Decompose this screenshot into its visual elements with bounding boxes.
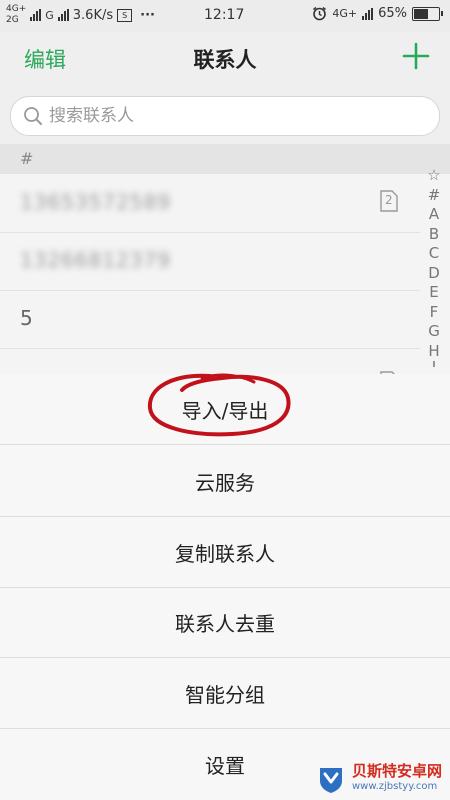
index-letter[interactable]: E <box>429 283 438 303</box>
signal-icon <box>30 9 42 21</box>
more-icon: ··· <box>140 7 155 23</box>
page-title: 联系人 <box>193 48 257 72</box>
section-header: # <box>0 144 450 174</box>
contact-name: 13266812379 <box>20 248 171 272</box>
battery-fill <box>414 8 428 19</box>
contact-row[interactable]: 13266812379 <box>0 232 420 291</box>
menu-item-cloud-service[interactable]: 云服务 <box>0 446 450 517</box>
contact-name: 5 <box>20 306 34 330</box>
menu-item-smart-groups[interactable]: 智能分组 <box>0 658 450 729</box>
action-menu: 导入/导出 云服务 复制联系人 联系人去重 智能分组 设置 <box>0 374 450 800</box>
search-input[interactable] <box>49 97 429 135</box>
contact-name: 13653572589 <box>20 190 171 214</box>
contact-list: 13653572589 2 13266812379 5 <box>0 174 450 380</box>
signal-icon-2 <box>57 9 69 21</box>
watermark-name: 贝斯特安卓网 <box>351 762 442 780</box>
battery-icon <box>412 6 443 21</box>
sim-card-icon: 2 <box>380 190 398 216</box>
clock: 12:17 <box>204 7 245 23</box>
index-letter[interactable]: H <box>428 342 439 362</box>
plus-icon[interactable] <box>402 42 430 70</box>
app-header: 编辑 联系人 <box>0 32 450 84</box>
right-network: 4G+ <box>332 7 358 20</box>
alarm-icon <box>313 6 327 21</box>
search-bar[interactable] <box>10 96 440 136</box>
index-letter[interactable]: C <box>429 244 439 264</box>
watermark: 贝斯特安卓网 www.zjbstyy.com <box>316 764 442 794</box>
index-letter[interactable]: F <box>430 303 439 323</box>
index-letter[interactable]: G <box>428 322 440 342</box>
edit-button[interactable]: 编辑 <box>24 44 66 74</box>
contact-row[interactable]: 5 <box>0 290 420 349</box>
menu-item-dedupe-contacts[interactable]: 联系人去重 <box>0 587 450 658</box>
watermark-text: 贝斯特安卓网 www.zjbstyy.com <box>352 764 442 794</box>
index-letter[interactable]: I <box>432 361 436 367</box>
screenshot-icon: S <box>117 8 133 22</box>
index-letter[interactable]: B <box>429 225 439 245</box>
signal-icon-3 <box>362 7 374 20</box>
status-left: 4G+ 2G G 3.6K/s S ··· <box>6 4 155 26</box>
watermark-logo-icon <box>319 768 342 793</box>
sim-badge: 2 <box>385 193 393 207</box>
menu-item-copy-contacts[interactable]: 复制联系人 <box>0 517 450 588</box>
sim2-network: G <box>45 8 54 22</box>
battery-percent: 65% <box>378 6 407 21</box>
index-letter[interactable]: # <box>428 186 441 206</box>
index-star[interactable]: ☆ <box>427 166 440 186</box>
menu-item-import-export[interactable]: 导入/导出 <box>0 374 450 445</box>
contact-row[interactable]: 13653572589 2 <box>0 174 420 233</box>
index-letter[interactable]: A <box>429 205 439 225</box>
search-icon <box>24 107 42 125</box>
watermark-url: www.zjbstyy.com <box>351 781 438 792</box>
index-letter[interactable]: D <box>428 264 440 284</box>
sim1-network: 4G+ <box>6 4 27 14</box>
network-speed: 3.6K/s <box>72 7 114 23</box>
sim1-indicator: 4G+ 2G <box>6 4 26 26</box>
sim1-type: 2G <box>6 15 19 25</box>
alphabet-index[interactable]: ☆ # A B C D E F G H I <box>422 166 446 367</box>
status-bar: 4G+ 2G G 3.6K/s S ··· 12:17 4G+ 65% <box>0 0 450 32</box>
section-label: # <box>20 149 34 168</box>
status-right: 4G+ 65% <box>312 6 443 21</box>
